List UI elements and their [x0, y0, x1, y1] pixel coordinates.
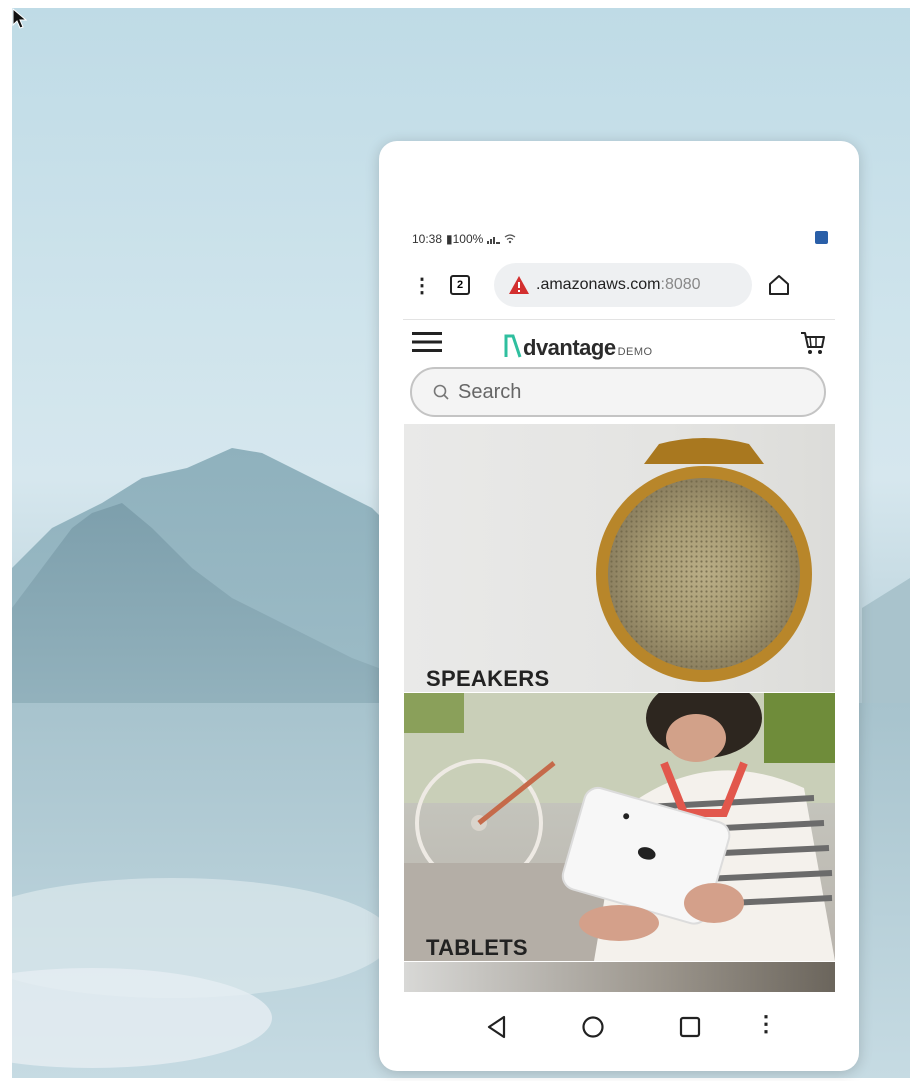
- category-label-tablets: TABLETS: [426, 935, 528, 960]
- category-next-partial[interactable]: [404, 962, 835, 992]
- home-icon[interactable]: [766, 272, 792, 298]
- speaker-image: [596, 438, 812, 682]
- signal-icon: [487, 237, 501, 244]
- phone-window: 10:38 ▮100% ⋮ 2 .amazonaws.com:8080 dva…: [379, 141, 859, 1071]
- mouse-cursor-icon: [12, 8, 28, 29]
- nav-more-icon[interactable]: ⋮: [755, 1011, 777, 1037]
- browser-toolbar: ⋮ 2 .amazonaws.com:8080: [404, 259, 834, 311]
- back-triangle-icon[interactable]: [484, 1014, 510, 1040]
- logo-subtitle: DEMO: [617, 346, 653, 358]
- logo-mark-icon: [504, 334, 522, 358]
- browser-menu-button[interactable]: ⋮: [404, 273, 440, 298]
- tablet-person-image: [404, 693, 835, 961]
- url-port: :8080: [660, 276, 701, 293]
- android-nav-bar: ⋮: [379, 997, 859, 1057]
- status-bar: 10:38 ▮100%: [412, 229, 828, 249]
- status-battery: ▮100%: [446, 232, 484, 246]
- wifi-icon: [504, 234, 516, 244]
- tab-switcher-button[interactable]: 2: [450, 275, 470, 295]
- category-speakers[interactable]: SPEAKERS: [404, 424, 835, 692]
- hamburger-icon[interactable]: [412, 331, 442, 353]
- recent-apps-icon[interactable]: [678, 1015, 702, 1039]
- logo-text: dvantage: [523, 335, 616, 360]
- cart-icon[interactable]: [799, 329, 827, 357]
- search-icon: [433, 384, 449, 400]
- search-input[interactable]: [458, 380, 758, 404]
- address-bar[interactable]: .amazonaws.com:8080: [494, 263, 752, 307]
- status-time: 10:38: [412, 232, 443, 246]
- category-tablets[interactable]: TABLETS: [404, 693, 835, 961]
- category-label-speakers: SPEAKERS: [426, 666, 550, 691]
- site-header: dvantage DEMO: [403, 319, 835, 366]
- search-bar[interactable]: [410, 367, 826, 417]
- warning-icon: [509, 276, 529, 294]
- notification-icon: [815, 231, 828, 244]
- url-host: .amazonaws.com: [536, 276, 661, 293]
- nav-home-circle-icon[interactable]: [580, 1014, 606, 1040]
- site-logo[interactable]: dvantage DEMO: [503, 329, 653, 361]
